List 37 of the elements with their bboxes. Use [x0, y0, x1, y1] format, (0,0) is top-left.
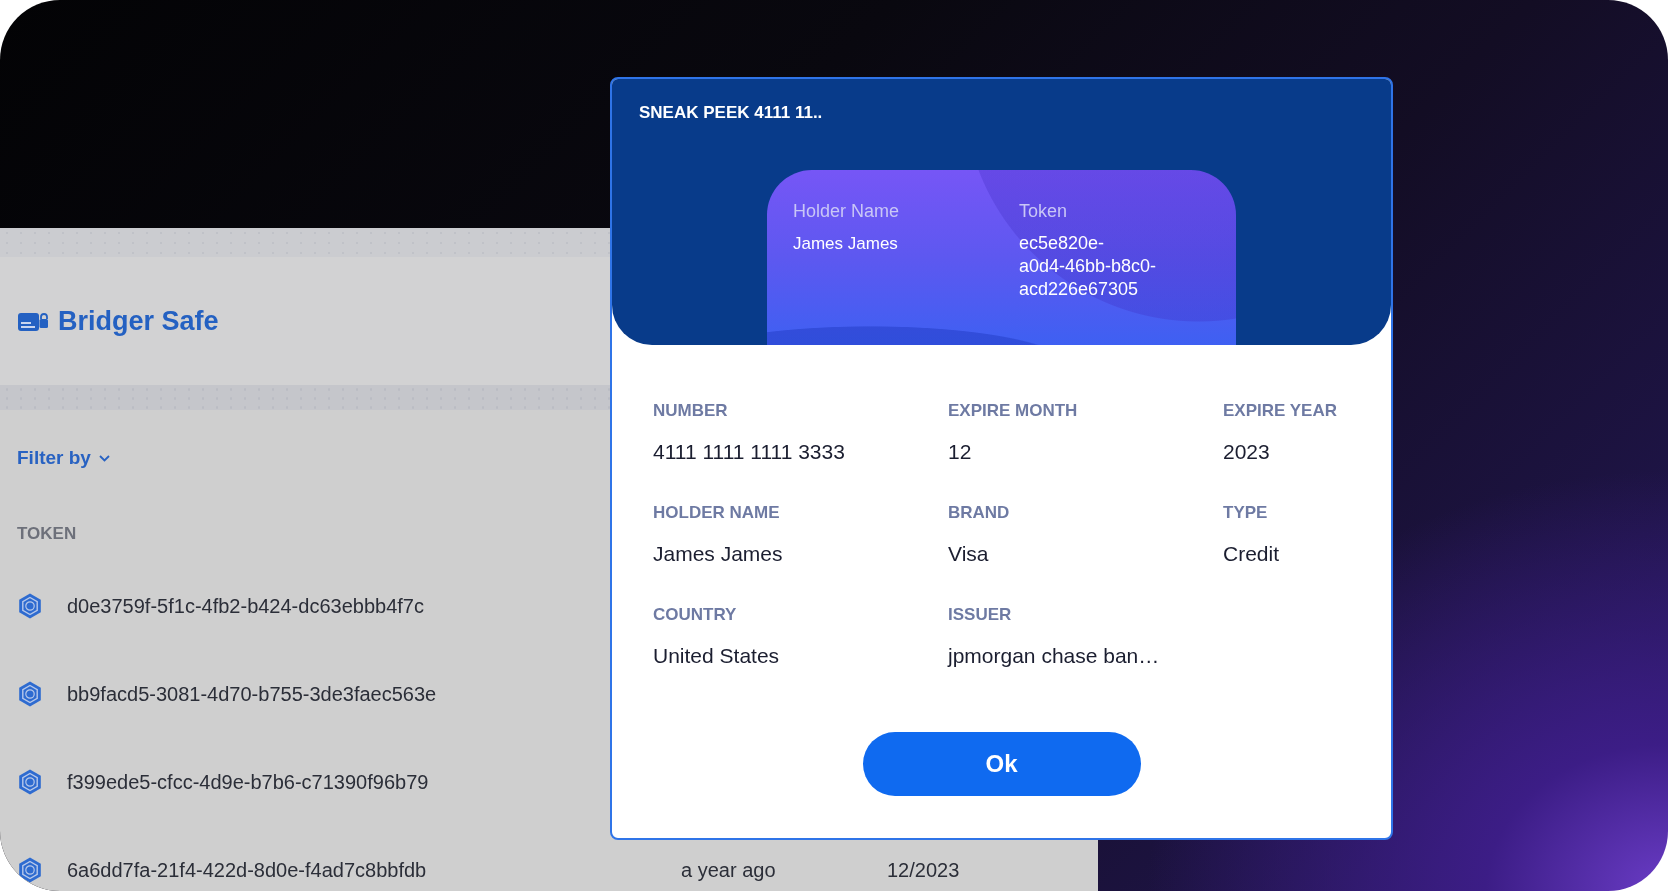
ok-button[interactable]: Ok: [862, 732, 1141, 796]
chevron-down-icon: [98, 454, 110, 462]
field-label: EXPIRE MONTH: [948, 401, 1078, 421]
field-label: HOLDER NAME: [653, 503, 780, 523]
field-value: Credit: [1223, 541, 1280, 567]
filter-dropdown[interactable]: Filter by: [17, 447, 110, 469]
hexagon-icon: [18, 769, 42, 795]
field-value: 4111 1111 1111 3333: [653, 439, 845, 465]
hexagon-icon: [18, 593, 42, 619]
table-cell: f399ede5-cfcc-4d9e-b7b6-c71390f96b79: [67, 770, 429, 794]
hexagon-icon: [18, 681, 42, 707]
field-label: COUNTRY: [653, 605, 737, 625]
app-title: Bridger Safe: [58, 305, 219, 337]
field-label: EXPIRE YEAR: [1223, 401, 1337, 421]
table-cell: 12/2023: [887, 858, 960, 882]
card-label: Holder Name: [793, 200, 900, 223]
column-header: TOKEN: [17, 524, 77, 544]
field-label: BRAND: [948, 503, 1010, 523]
table-cell: a year ago: [681, 858, 776, 882]
lock-card-icon: [18, 311, 48, 331]
field-label: TYPE: [1223, 503, 1268, 523]
field-value: jpmorgan chase ban…: [948, 643, 1160, 669]
field-label: ISSUER: [948, 605, 1012, 625]
card-value: James James: [793, 233, 898, 255]
field-value: United States: [653, 643, 780, 669]
hexagon-icon: [18, 857, 42, 883]
field-value: 12: [948, 439, 972, 465]
table-cell: d0e3759f-5f1c-4fb2-b424-dc63ebbb4f7c: [67, 594, 424, 618]
card-value: ec5e820e-a0d4-46bb-b8c0-acd226e67305: [1019, 232, 1158, 301]
field-label: NUMBER: [653, 401, 728, 421]
field-value: 2023: [1223, 439, 1270, 465]
table-cell: 6a6dd7fa-21f4-422d-8d0e-f4ad7c8bbfdb: [67, 858, 427, 882]
field-value: Visa: [948, 541, 989, 567]
dialog-title: SNEAK PEEK 4111 11..: [639, 103, 823, 123]
table-cell: bb9facd5-3081-4d70-b755-3de3faec563e: [67, 682, 437, 706]
field-value: James James: [653, 541, 783, 567]
card-label: Token: [1019, 200, 1068, 223]
